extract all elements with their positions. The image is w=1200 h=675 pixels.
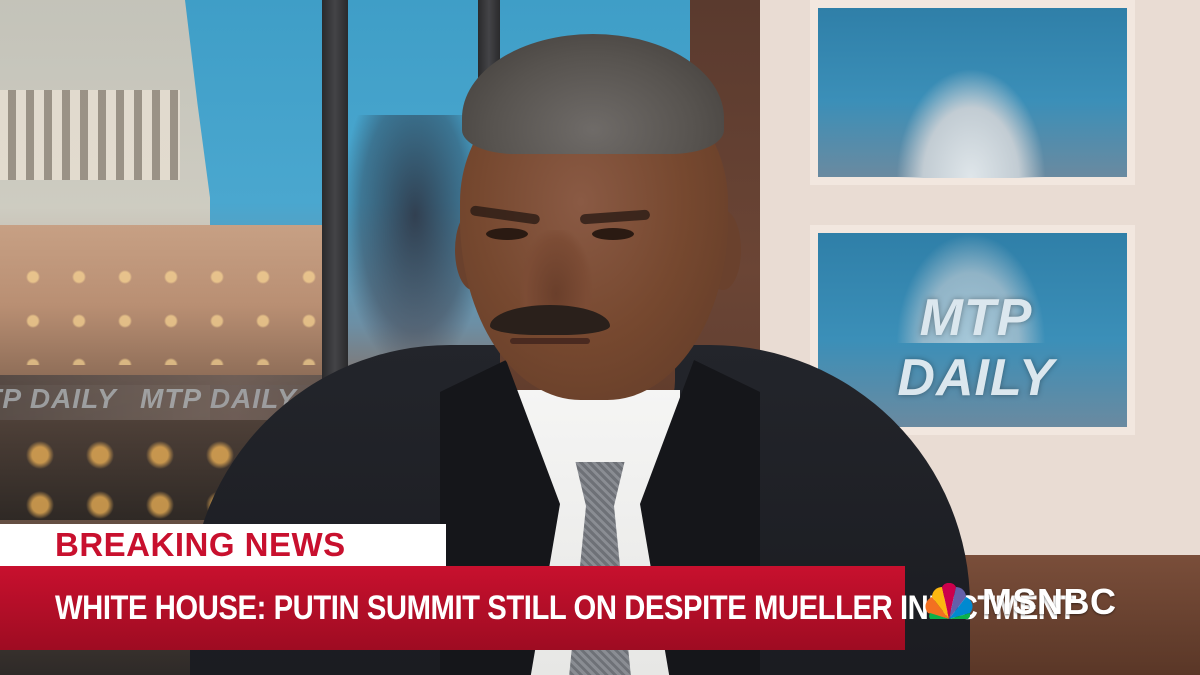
studio-pillar (322, 0, 348, 400)
person-mouth (510, 338, 590, 344)
monitor-show-logo: MTP DAILY (897, 289, 1055, 407)
network-logo: MSNBC (922, 580, 1117, 624)
headline-banner: WHITE HOUSE: PUTIN SUMMIT STILL ON DESPI… (0, 566, 1076, 650)
capitol-columns (0, 90, 180, 180)
network-logo-text: MSNBC (982, 581, 1117, 622)
backdrop-logo-text: MTP DAILY (0, 383, 117, 414)
backdrop-logo-text: MTP DAILY (140, 383, 297, 414)
capitol-dome-image (896, 68, 1046, 178)
breaking-news-label: BREAKING NEWS (55, 526, 346, 563)
peacock-icon (925, 583, 973, 619)
person-nose (520, 230, 592, 310)
person-eye-right (592, 228, 634, 240)
studio-monitor-top (810, 0, 1135, 185)
backdrop-windows (10, 255, 320, 365)
breaking-news-banner: BREAKING NEWS (0, 524, 446, 566)
video-frame: MTP DAILY MTP DAILY MTP DAILY MTP DAILY … (0, 0, 1200, 675)
